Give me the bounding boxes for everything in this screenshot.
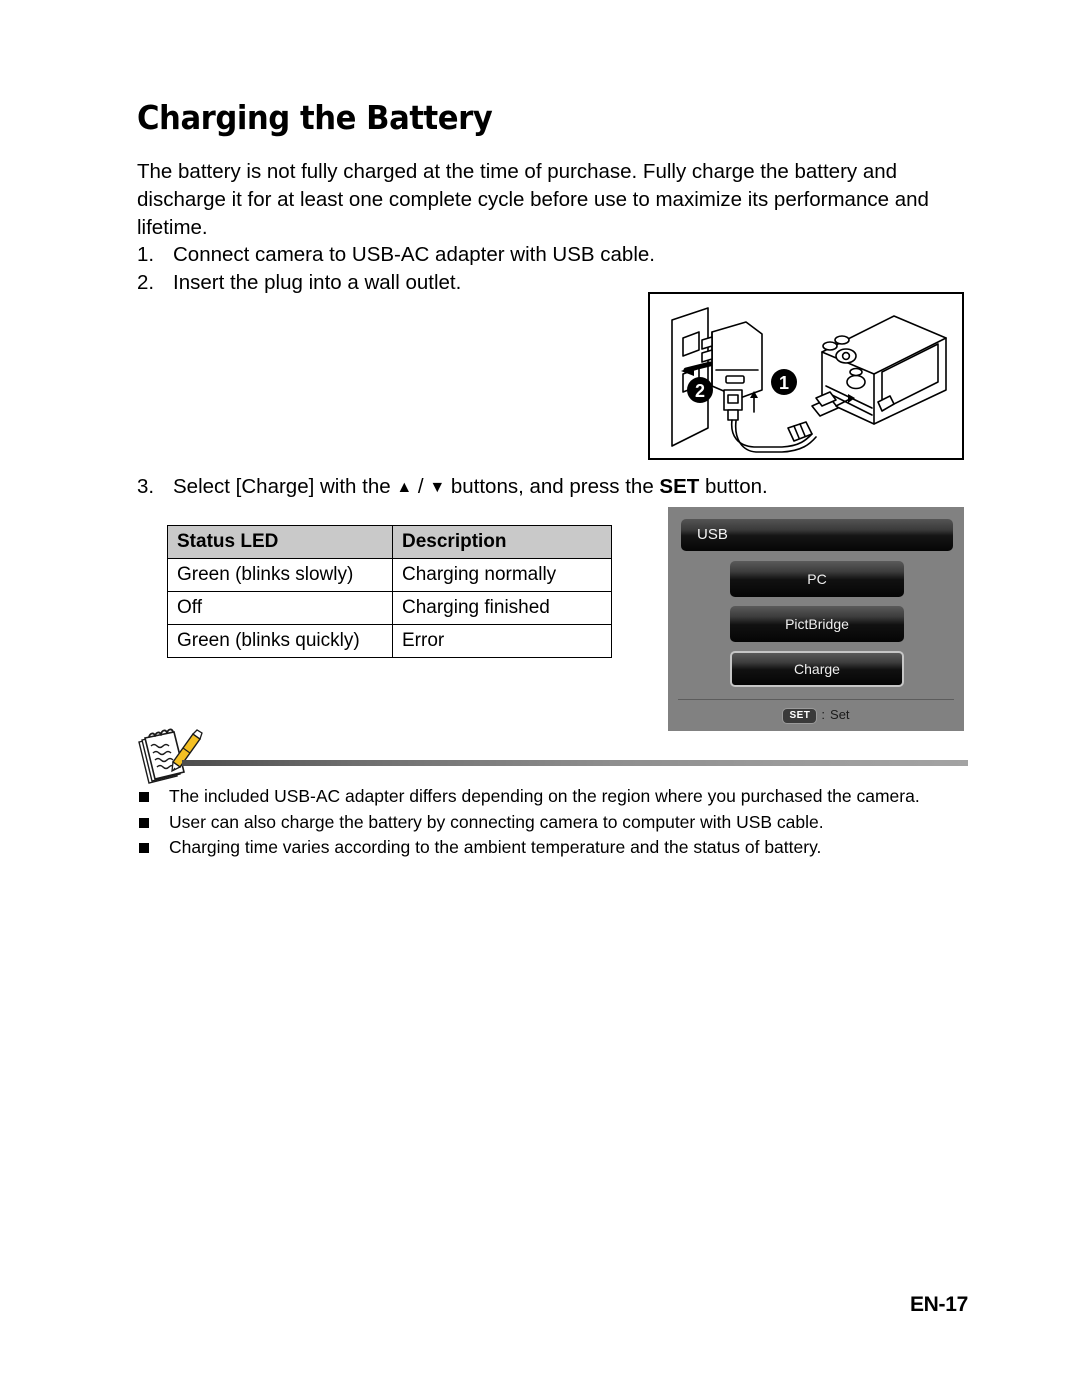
table-header-status-led: Status LED	[167, 525, 393, 559]
charging-setup-drawing: 1 2	[671, 307, 947, 453]
intro-paragraph: The battery is not fully charged at the …	[137, 158, 969, 242]
notepad-icon-drawing	[138, 728, 203, 784]
table-header-description: Description	[392, 525, 612, 559]
table-cell-description: Error	[392, 624, 612, 658]
down-arrow-icon: ▼	[429, 479, 446, 496]
intro-line-2: discharge it for at least one complete c…	[137, 188, 929, 211]
table-row: Green (blinks slowly) Charging normally	[167, 558, 612, 592]
up-arrow-icon: ▲	[396, 479, 413, 496]
note-text: User can also charge the battery by conn…	[169, 811, 824, 832]
callout-badge-1: 1	[771, 369, 797, 395]
note-list-item: User can also charge the battery by conn…	[138, 810, 973, 836]
step-text-3-part-2: buttons, and press the	[450, 475, 654, 498]
page-title: Charging the Battery	[137, 98, 493, 137]
step-text-1: Connect camera to USB-AC adapter with US…	[173, 243, 655, 266]
step-item-2: 2. Insert the plug into a wall outlet.	[137, 269, 461, 297]
note-text: Charging time varies according to the am…	[169, 837, 822, 857]
table-row: Off Charging finished	[167, 591, 612, 625]
set-button-label: SET	[659, 475, 700, 498]
table-row: Green (blinks quickly) Error	[167, 624, 612, 658]
note-list-item: The included USB-AC adapter differs depe…	[138, 784, 973, 810]
lcd-divider	[678, 699, 954, 700]
callout-badge-2: 2	[687, 377, 713, 403]
lcd-menu-item-pc[interactable]: PC	[730, 561, 904, 597]
lcd-footer-action: Set	[830, 707, 850, 722]
intro-line-3: lifetime.	[137, 216, 208, 239]
svg-text:1: 1	[779, 373, 789, 393]
step-number-1: 1.	[137, 243, 155, 266]
lcd-footer-hint: SET: Set	[668, 707, 964, 724]
page-number-footer: EN-17	[909, 1293, 968, 1316]
note-list-item: Charging time varies according to the am…	[138, 835, 973, 861]
svg-text:2: 2	[695, 381, 705, 401]
square-bullet-icon	[139, 792, 149, 802]
table-cell-status: Off	[167, 591, 393, 625]
table-cell-status: Green (blinks quickly)	[167, 624, 393, 658]
intro-line-1: The battery is not fully charged at the …	[137, 160, 898, 183]
lcd-menu-item-pictbridge[interactable]: PictBridge	[730, 606, 904, 642]
lcd-menu-item-charge[interactable]: Charge	[730, 651, 904, 687]
note-text: The included USB-AC adapter differs depe…	[169, 786, 920, 806]
lcd-title-usb: USB	[681, 519, 953, 551]
table-cell-description: Charging finished	[392, 591, 612, 625]
status-led-table: Status LED Description Green (blinks slo…	[167, 525, 612, 658]
square-bullet-icon	[139, 843, 149, 853]
table-cell-description: Charging normally	[392, 558, 612, 592]
table-cell-status: Green (blinks slowly)	[167, 558, 393, 592]
camera-lcd-screen: USB PC PictBridge Charge SET: Set	[668, 507, 964, 731]
step-item-1: 1. Connect camera to USB-AC adapter with …	[137, 241, 655, 269]
lcd-footer-separator: :	[821, 707, 826, 722]
note-list: The included USB-AC adapter differs depe…	[138, 784, 973, 861]
charging-setup-illustration: 1 2	[648, 292, 964, 460]
step-text-2: Insert the plug into a wall outlet.	[173, 271, 462, 294]
note-pad-pencil-icon	[133, 728, 205, 786]
note-divider-rule	[182, 760, 968, 766]
step-number-3: 3.	[137, 475, 155, 498]
step-item-3: 3. Select [Charge] with the ▲ / ▼ buttons…	[137, 473, 768, 502]
step-text-3-part-3: button.	[705, 475, 768, 498]
arrow-separator: /	[417, 475, 424, 498]
table-header-row: Status LED Description	[167, 525, 612, 559]
step-number-2: 2.	[137, 271, 155, 294]
square-bullet-icon	[139, 817, 149, 828]
set-key-badge: SET	[782, 708, 818, 724]
step-text-3-part-1: Select [Charge] with the	[173, 475, 391, 498]
